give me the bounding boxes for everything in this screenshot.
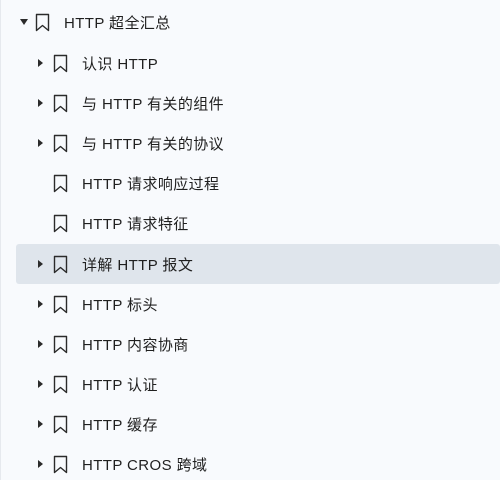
bookmark-icon xyxy=(52,414,68,434)
outline-item-4[interactable]: HTTP 请求响应过程 xyxy=(0,163,500,203)
caret-right-icon[interactable] xyxy=(34,137,46,149)
caret-right-icon[interactable] xyxy=(34,258,46,270)
toggle-placeholder xyxy=(34,217,46,229)
bookmark-icon xyxy=(52,133,68,153)
bookmark-icon xyxy=(52,294,68,314)
outline-item-label: HTTP 请求特征 xyxy=(82,215,189,233)
outline-item-7[interactable]: HTTP 标头 xyxy=(0,284,500,324)
outline-item-11[interactable]: HTTP CROS 跨域 xyxy=(0,444,500,480)
bookmark-icon xyxy=(52,254,68,274)
caret-right-icon[interactable] xyxy=(34,298,46,310)
caret-right-icon[interactable] xyxy=(34,57,46,69)
outline-item-9[interactable]: HTTP 认证 xyxy=(0,364,500,404)
bookmark-icon xyxy=(52,334,68,354)
bookmark-icon xyxy=(52,454,68,474)
caret-down-icon[interactable] xyxy=(18,16,30,28)
outline-item-label: 与 HTTP 有关的协议 xyxy=(82,135,225,153)
outline-item-2[interactable]: 与 HTTP 有关的组件 xyxy=(0,83,500,123)
document-outline-panel: HTTP 超全汇总 认识 HTTP 与 HTTP 有关的组件 与 HTTP 有关… xyxy=(0,0,500,480)
bookmark-icon xyxy=(52,53,68,73)
outline-item-label: 详解 HTTP 报文 xyxy=(82,256,194,274)
outline-item-label: HTTP 内容协商 xyxy=(82,336,189,354)
outline-item-label: 与 HTTP 有关的组件 xyxy=(82,95,225,113)
caret-right-icon[interactable] xyxy=(34,458,46,470)
outline-item-3[interactable]: 与 HTTP 有关的协议 xyxy=(0,123,500,163)
outline-item-8[interactable]: HTTP 内容协商 xyxy=(0,324,500,364)
bookmark-icon xyxy=(52,374,68,394)
outline-item-5[interactable]: HTTP 请求特征 xyxy=(0,203,500,243)
bookmark-icon xyxy=(52,213,68,233)
outline-item-label: HTTP 请求响应过程 xyxy=(82,175,220,193)
outline-item-6-selected[interactable]: 详解 HTTP 报文 xyxy=(16,244,500,284)
caret-right-icon[interactable] xyxy=(34,338,46,350)
outline-item-1[interactable]: 认识 HTTP xyxy=(0,43,500,83)
outline-root-item[interactable]: HTTP 超全汇总 xyxy=(0,2,500,42)
toggle-placeholder xyxy=(34,177,46,189)
outline-item-10[interactable]: HTTP 缓存 xyxy=(0,404,500,444)
outline-item-label: HTTP 认证 xyxy=(82,376,158,394)
caret-right-icon[interactable] xyxy=(34,418,46,430)
bookmark-icon xyxy=(34,12,50,32)
caret-right-icon[interactable] xyxy=(34,378,46,390)
outline-root-label: HTTP 超全汇总 xyxy=(64,14,171,32)
bookmark-icon xyxy=(52,93,68,113)
outline-item-label: HTTP CROS 跨域 xyxy=(82,456,208,474)
bookmark-icon xyxy=(52,173,68,193)
outline-item-label: 认识 HTTP xyxy=(82,55,159,73)
outline-item-label: HTTP 缓存 xyxy=(82,416,158,434)
caret-right-icon[interactable] xyxy=(34,97,46,109)
outline-item-label: HTTP 标头 xyxy=(82,296,158,314)
